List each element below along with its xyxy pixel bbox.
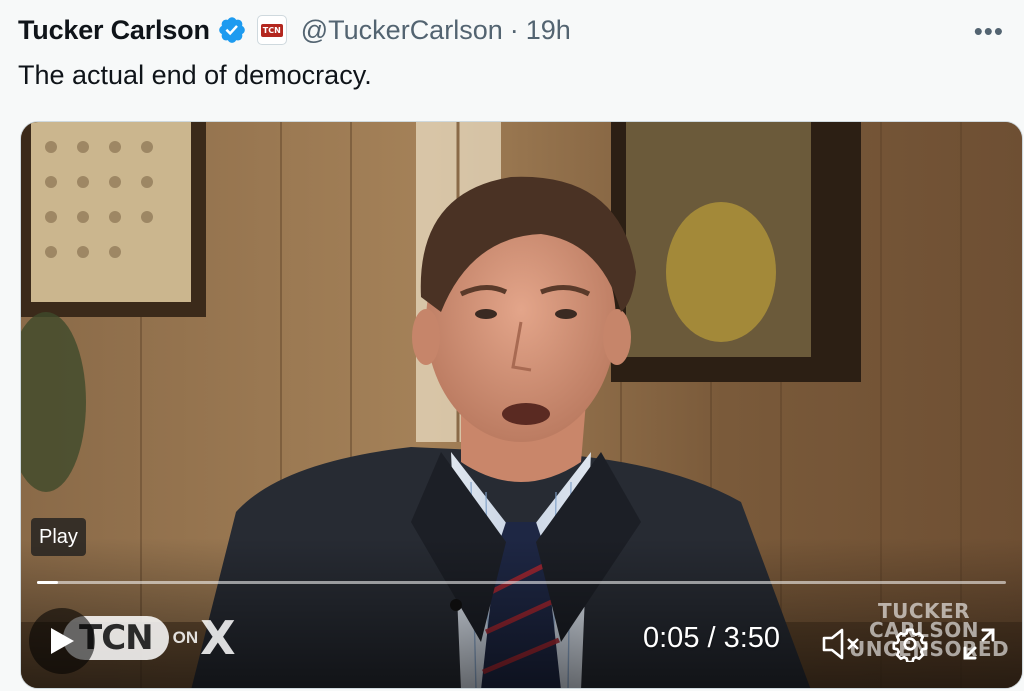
- progress-bar[interactable]: [37, 581, 1006, 584]
- play-tooltip: Play: [31, 518, 86, 556]
- fullscreen-icon[interactable]: [957, 622, 1001, 666]
- on-label: ON: [172, 628, 199, 647]
- display-name[interactable]: Tucker Carlson: [18, 15, 210, 46]
- tweet-header: Tucker Carlson TCN @TuckerCarlson · 19h …: [18, 12, 1006, 48]
- on-x-label: ON X: [173, 611, 236, 665]
- x-logo: X: [200, 611, 236, 665]
- affiliate-badge-label: TCN: [260, 23, 283, 37]
- play-button[interactable]: [29, 608, 95, 674]
- handle[interactable]: @TuckerCarlson: [301, 15, 503, 46]
- play-icon: [48, 626, 76, 656]
- verified-badge-icon[interactable]: [217, 15, 247, 45]
- progress-fill: [37, 581, 59, 584]
- separator: ·: [509, 14, 519, 45]
- video-player[interactable]: Play TCN ON X 0:05 / 3:50 TUCKER CARLSON…: [20, 121, 1023, 689]
- more-horizontal-icon[interactable]: •••: [974, 16, 1004, 47]
- settings-icon[interactable]: [888, 622, 932, 666]
- tweet: Tucker Carlson TCN @TuckerCarlson · 19h …: [0, 0, 1024, 691]
- affiliate-badge[interactable]: TCN: [256, 15, 287, 45]
- time-display: 0:05 / 3:50: [643, 622, 781, 654]
- tweet-text: The actual end of democracy.: [18, 60, 372, 90]
- timestamp[interactable]: 19h: [526, 15, 571, 46]
